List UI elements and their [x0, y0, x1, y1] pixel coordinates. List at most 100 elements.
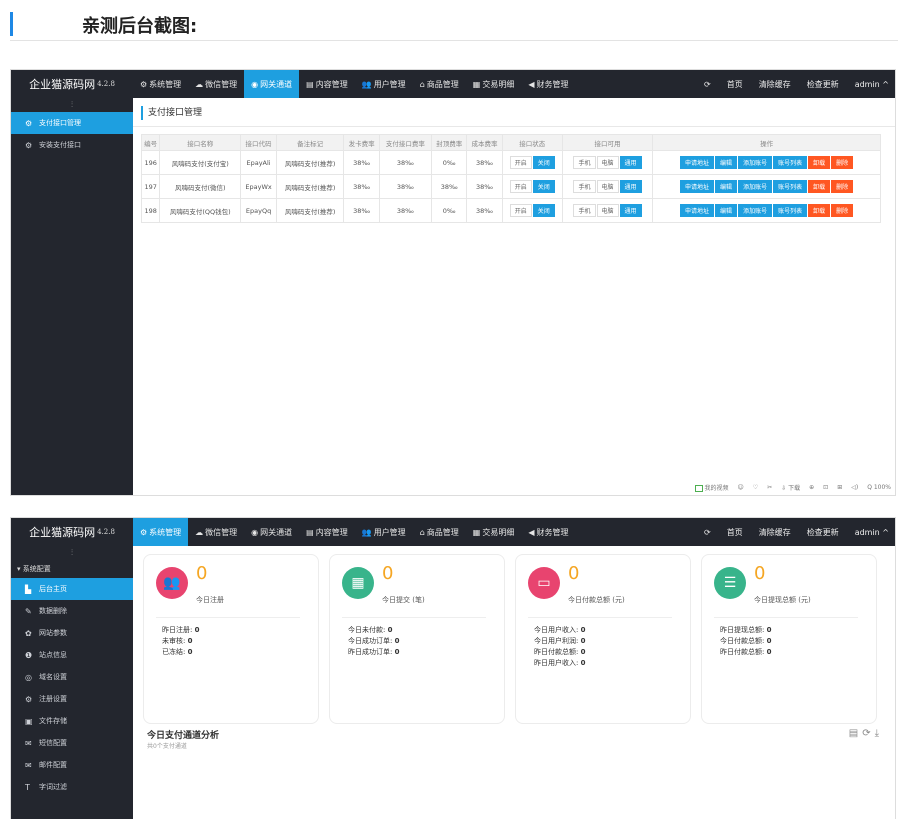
- menu-item-3[interactable]: ▤ 内容管理: [299, 518, 355, 546]
- menu-item-6[interactable]: ▦ 交易明细: [466, 518, 522, 546]
- table-cell: 38‰: [466, 150, 503, 175]
- sidebar-item-payment-interface[interactable]: ⚙ 支付接口管理: [11, 112, 133, 134]
- sidebar-icon: ✉: [25, 738, 32, 748]
- enable-button[interactable]: 开启: [509, 180, 532, 193]
- action-button-4[interactable]: 卸载: [808, 156, 831, 169]
- sidebar-item-9[interactable]: T 字词过滤: [11, 776, 133, 798]
- analysis-title: 今日支付通道分析: [147, 731, 220, 741]
- menu-item-5[interactable]: ⌂ 商品管理: [413, 70, 466, 98]
- menu-item-7[interactable]: ◀ 财务管理: [521, 70, 575, 98]
- enable-button[interactable]: 开启: [509, 204, 532, 217]
- action-button-5[interactable]: 删除: [831, 180, 854, 193]
- device-button-2[interactable]: 通用: [619, 156, 642, 169]
- status-strip-item[interactable]: ☺: [738, 484, 744, 491]
- action-button-2[interactable]: 添加账号: [738, 180, 773, 193]
- sidebar-item-3[interactable]: ❶ 站点信息: [11, 644, 133, 666]
- menu-item-7[interactable]: ◀ 财务管理: [521, 518, 575, 546]
- collapse-toggle[interactable]: ⫶: [11, 98, 133, 112]
- check-update-link[interactable]: 检查更新: [807, 79, 839, 90]
- menu-item-1[interactable]: ☁ 微信管理: [188, 70, 244, 98]
- device-button-2[interactable]: 通用: [619, 180, 642, 193]
- status-strip-item[interactable]: Q 100%: [867, 484, 891, 491]
- menu-item-0[interactable]: ⚙ 系统管理: [133, 518, 189, 546]
- sidebar-icon: ▙: [25, 584, 32, 594]
- sidebar-item-2[interactable]: ✿ 网站参数: [11, 622, 133, 644]
- action-button-0[interactable]: 申请地址: [680, 204, 715, 217]
- sidebar-item-1[interactable]: ✎ 数据删除: [11, 600, 133, 622]
- menu-item-2[interactable]: ◉ 网关通道: [244, 518, 299, 546]
- disable-button[interactable]: 关闭: [532, 180, 555, 193]
- status-strip-item[interactable]: ◁): [851, 484, 858, 491]
- action-button-1[interactable]: 编辑: [715, 180, 738, 193]
- action-button-1[interactable]: 编辑: [715, 156, 738, 169]
- sidebar-item-4[interactable]: ◎ 域名设置: [11, 666, 133, 688]
- sidebar-item-install-interface[interactable]: ⚙ 安装支付接口: [11, 134, 133, 156]
- menu-label: 交易明细: [482, 527, 515, 537]
- menu-item-1[interactable]: ☁ 微信管理: [188, 518, 244, 546]
- sidebar-item-0[interactable]: ▙ 后台主页: [11, 578, 133, 600]
- status-strip-item[interactable]: ✂: [767, 484, 772, 491]
- menu-item-3[interactable]: ▤ 内容管理: [299, 70, 355, 98]
- action-button-2[interactable]: 添加账号: [738, 156, 773, 169]
- stat-icon: ▦: [342, 567, 374, 599]
- enable-button[interactable]: 开启: [509, 156, 532, 169]
- status-strip-item[interactable]: ⊕: [809, 484, 814, 491]
- status-strip-item[interactable]: 我的视频: [694, 483, 729, 492]
- clear-cache-link[interactable]: 清除缓存: [759, 527, 791, 538]
- refresh-icon[interactable]: ⟳: [704, 528, 711, 537]
- action-button-5[interactable]: 删除: [831, 156, 854, 169]
- home-link[interactable]: 首页: [727, 79, 743, 90]
- sidebar-item-6[interactable]: ▣ 文件存储: [11, 710, 133, 732]
- status-strip-item[interactable]: ♡: [753, 484, 758, 491]
- sidebar-group-system-config[interactable]: ▾ 系统配置: [11, 560, 133, 578]
- menu-item-0[interactable]: ⚙ 系统管理: [133, 70, 188, 98]
- stat-detail-label: 今日用户收入:: [534, 626, 581, 634]
- device-button-1[interactable]: 电脑: [596, 156, 619, 169]
- menu-item-2[interactable]: ◉ 网关通道: [244, 70, 300, 98]
- user-menu[interactable]: admin ^: [855, 80, 889, 89]
- menu-item-4[interactable]: 👥 用户管理: [355, 518, 413, 546]
- status-strip-label: ⊕: [809, 484, 815, 491]
- clear-cache-link[interactable]: 清除缓存: [759, 79, 791, 90]
- table-header-cell: 封顶费率: [431, 134, 468, 151]
- stat-detail-value: 0: [766, 637, 772, 645]
- brand-logo[interactable]: 企业猫源码网 4.2.8: [11, 518, 133, 546]
- device-button-0[interactable]: 手机: [573, 156, 596, 169]
- action-button-3[interactable]: 账号列表: [773, 180, 808, 193]
- status-strip-item[interactable]: ⊞: [837, 484, 842, 491]
- sidebar-item-8[interactable]: ✉ 邮件配置: [11, 754, 133, 776]
- action-button-0[interactable]: 申请地址: [680, 156, 715, 169]
- sidebar-item-7[interactable]: ✉ 短信配置: [11, 732, 133, 754]
- action-button-4[interactable]: 卸载: [808, 180, 831, 193]
- check-update-link[interactable]: 检查更新: [807, 527, 839, 538]
- refresh-icon[interactable]: ⟳: [704, 80, 711, 89]
- home-link[interactable]: 首页: [727, 527, 743, 538]
- action-button-3[interactable]: 账号列表: [773, 156, 808, 169]
- action-button-1[interactable]: 编辑: [715, 204, 738, 217]
- table-header-cell: 备注标记: [275, 134, 345, 151]
- device-button-1[interactable]: 电脑: [596, 204, 619, 217]
- device-button-0[interactable]: 手机: [573, 180, 596, 193]
- action-button-0[interactable]: 申请地址: [680, 180, 715, 193]
- sidebar-item-5[interactable]: ⚙ 注册设置: [11, 688, 133, 710]
- action-button-4[interactable]: 卸载: [808, 204, 831, 217]
- user-menu[interactable]: admin ^: [855, 528, 889, 537]
- menu-item-5[interactable]: ⌂ 商品管理: [413, 518, 466, 546]
- device-button-0[interactable]: 手机: [573, 204, 596, 217]
- analysis-toolbar[interactable]: ▤⟳⤓: [849, 728, 883, 739]
- device-button-2[interactable]: 通用: [619, 204, 642, 217]
- action-button-2[interactable]: 添加账号: [738, 204, 773, 217]
- status-strip-item[interactable]: ⇩ 下载: [781, 483, 800, 492]
- table-cell: 0‰: [431, 150, 468, 175]
- disable-button[interactable]: 关闭: [532, 204, 555, 217]
- sidebar-icon: ✎: [25, 606, 32, 616]
- action-button-5[interactable]: 删除: [831, 204, 854, 217]
- menu-item-6[interactable]: ▦ 交易明细: [466, 70, 522, 98]
- status-strip-item[interactable]: ⊡: [823, 484, 828, 491]
- device-button-1[interactable]: 电脑: [596, 180, 619, 193]
- disable-button[interactable]: 关闭: [532, 156, 555, 169]
- collapse-toggle[interactable]: ⫶: [11, 546, 133, 560]
- menu-item-4[interactable]: 👥 用户管理: [355, 70, 413, 98]
- brand-logo[interactable]: 企业猫源码网 4.2.8: [11, 70, 133, 98]
- action-button-3[interactable]: 账号列表: [773, 204, 808, 217]
